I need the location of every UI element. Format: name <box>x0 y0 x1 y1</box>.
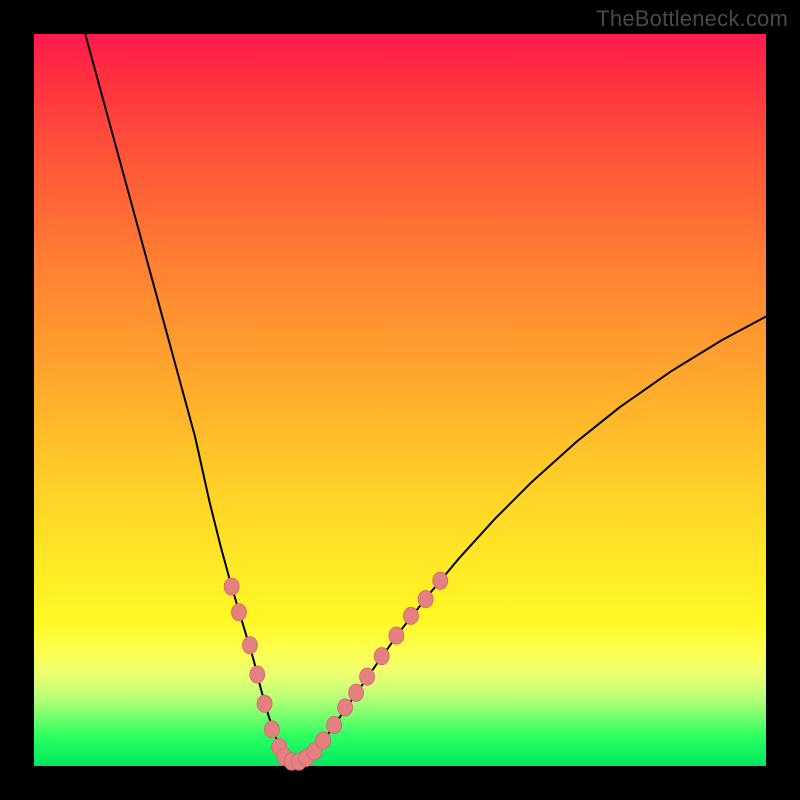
curve-marker <box>250 666 265 683</box>
curve-marker <box>327 716 342 733</box>
curve-marker <box>360 668 375 685</box>
curve-layer <box>34 34 766 766</box>
curve-marker <box>389 627 404 644</box>
chart-frame: TheBottleneck.com <box>0 0 800 800</box>
plot-area <box>34 34 766 766</box>
curve-marker <box>338 699 353 716</box>
curve-markers <box>224 572 448 770</box>
curve-marker <box>257 695 272 712</box>
curve-marker <box>231 604 246 621</box>
curve-marker <box>418 590 433 607</box>
curve-marker <box>433 572 448 589</box>
curve-marker <box>224 578 239 595</box>
curve-marker <box>316 732 331 749</box>
curve-marker <box>242 637 257 654</box>
curve-marker <box>264 721 279 738</box>
watermark-text: TheBottleneck.com <box>596 6 788 32</box>
curve-marker <box>374 648 389 665</box>
bottleneck-curve <box>85 34 766 762</box>
curve-marker <box>349 684 364 701</box>
curve-marker <box>403 607 418 624</box>
